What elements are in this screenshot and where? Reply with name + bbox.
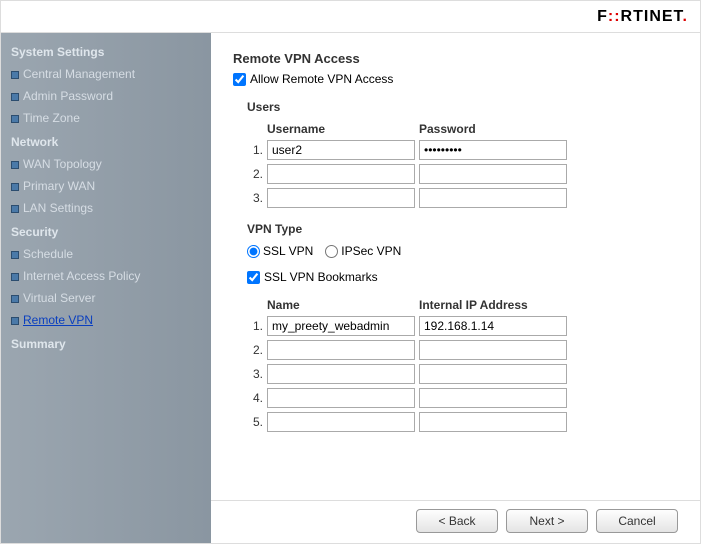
bookmark-name-2[interactable]	[267, 340, 415, 360]
users-col-username: Username	[267, 122, 419, 136]
password-input-2[interactable]	[419, 164, 567, 184]
bookmark-name-5[interactable]	[267, 412, 415, 432]
bookmark-ip-4[interactable]	[419, 388, 567, 408]
users-col-password: Password	[419, 122, 571, 136]
bookmark-ip-3[interactable]	[419, 364, 567, 384]
bookmark-name-3[interactable]	[267, 364, 415, 384]
ssl-vpn-radio[interactable]	[247, 245, 260, 258]
sidebar-item-internet-access-policy[interactable]: Internet Access Policy	[1, 265, 211, 287]
sidebar-item-central-management[interactable]: Central Management	[1, 63, 211, 85]
vpn-type-label: VPN Type	[247, 222, 678, 236]
footer-buttons: < Back Next > Cancel	[416, 509, 678, 533]
users-row-3: 3.	[247, 188, 678, 208]
sidebar-section-network: Network	[1, 129, 211, 153]
users-row-2: 2.	[247, 164, 678, 184]
ssl-vpn-radio-label[interactable]: SSL VPN	[247, 244, 313, 258]
bookmark-row-3: 3.	[247, 364, 678, 384]
bookmark-row-2: 2.	[247, 340, 678, 360]
bookmark-name-4[interactable]	[267, 388, 415, 408]
bookmark-ip-5[interactable]	[419, 412, 567, 432]
bookmark-row-5: 5.	[247, 412, 678, 432]
users-table: Username Password 1. 2. 3.	[247, 122, 678, 208]
allow-remote-vpn-checkbox[interactable]	[233, 73, 246, 86]
password-input-3[interactable]	[419, 188, 567, 208]
sidebar-item-remote-vpn[interactable]: Remote VPN	[1, 309, 211, 331]
ssl-bookmarks-checkbox[interactable]	[247, 271, 260, 284]
sidebar-section-security: Security	[1, 219, 211, 243]
users-row-1: 1.	[247, 140, 678, 160]
sidebar-section-summary[interactable]: Summary	[1, 331, 211, 355]
topbar: F::RTINET.	[1, 1, 700, 33]
sidebar-item-primary-wan[interactable]: Primary WAN	[1, 175, 211, 197]
sidebar-item-lan-settings[interactable]: LAN Settings	[1, 197, 211, 219]
next-button[interactable]: Next >	[506, 509, 588, 533]
sidebar: System Settings Central Management Admin…	[1, 33, 211, 543]
allow-remote-vpn-label: Allow Remote VPN Access	[250, 72, 393, 86]
bookmark-row-1: 1.	[247, 316, 678, 336]
bookmark-row-4: 4.	[247, 388, 678, 408]
footer-divider	[211, 500, 700, 501]
sidebar-item-time-zone[interactable]: Time Zone	[1, 107, 211, 129]
bookmarks-table: Name Internal IP Address 1. 2. 3. 4.	[247, 298, 678, 432]
users-section-label: Users	[247, 100, 678, 114]
sidebar-item-virtual-server[interactable]: Virtual Server	[1, 287, 211, 309]
bookmark-ip-2[interactable]	[419, 340, 567, 360]
username-input-3[interactable]	[267, 188, 415, 208]
page-title: Remote VPN Access	[233, 51, 678, 66]
brand-logo: F::RTINET.	[597, 8, 688, 26]
ssl-bookmarks-label: SSL VPN Bookmarks	[264, 270, 378, 284]
sidebar-item-admin-password[interactable]: Admin Password	[1, 85, 211, 107]
sidebar-item-wan-topology[interactable]: WAN Topology	[1, 153, 211, 175]
cancel-button[interactable]: Cancel	[596, 509, 678, 533]
ipsec-vpn-radio[interactable]	[325, 245, 338, 258]
password-input-1[interactable]	[419, 140, 567, 160]
sidebar-section-system: System Settings	[1, 39, 211, 63]
bookmarks-col-ip: Internal IP Address	[419, 298, 571, 312]
ipsec-vpn-radio-label[interactable]: IPSec VPN	[325, 244, 401, 258]
bookmarks-col-name: Name	[267, 298, 419, 312]
bookmark-ip-1[interactable]	[419, 316, 567, 336]
bookmark-name-1[interactable]	[267, 316, 415, 336]
username-input-2[interactable]	[267, 164, 415, 184]
main-panel: Remote VPN Access Allow Remote VPN Acces…	[211, 33, 700, 543]
sidebar-item-schedule[interactable]: Schedule	[1, 243, 211, 265]
back-button[interactable]: < Back	[416, 509, 498, 533]
username-input-1[interactable]	[267, 140, 415, 160]
